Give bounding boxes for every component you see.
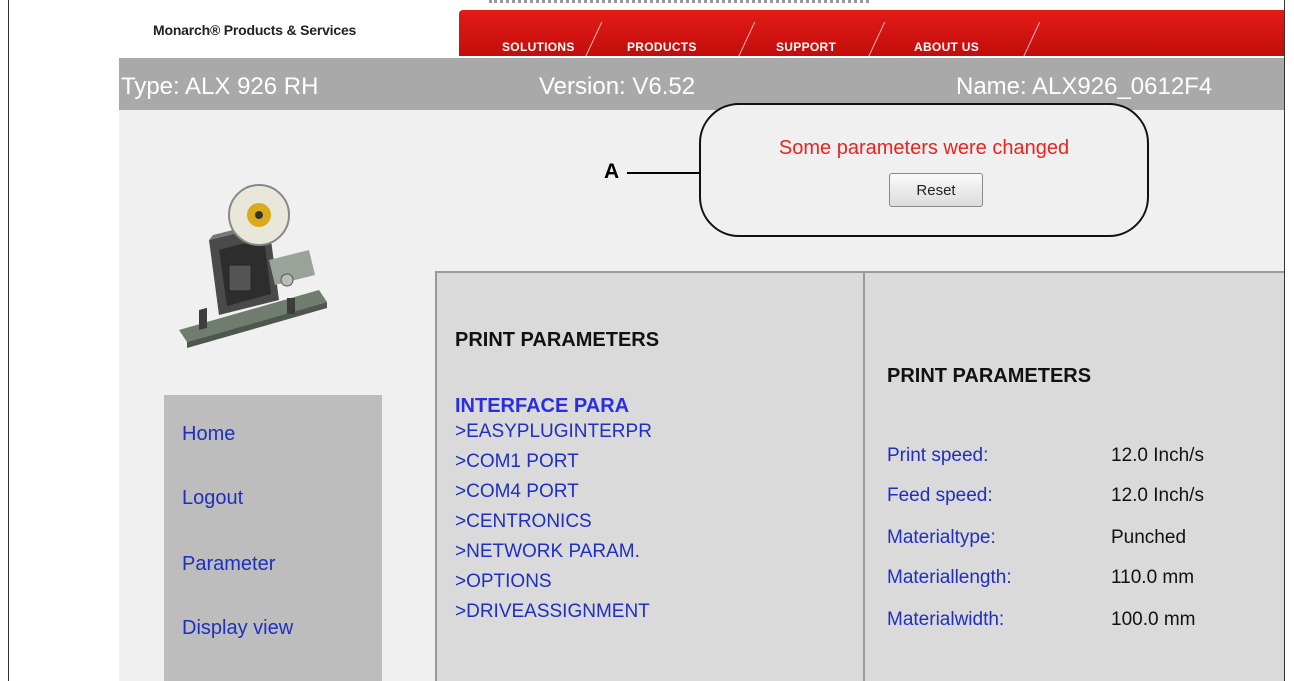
panel-title: PRINT PARAMETERS (455, 329, 660, 351)
nav-products[interactable]: PRODUCTS (627, 40, 697, 54)
sidebar-item-parameter[interactable]: Parameter (182, 553, 275, 576)
firmware-version: Version: V6.52 (539, 73, 696, 100)
param-label: Print speed: (887, 445, 989, 466)
param-label: Materiallength: (887, 567, 1012, 588)
param-value: Punched (1111, 527, 1187, 548)
parameter-menu-panel: PRINT PARAMETERS INTERFACE PARA >EASYPLU… (435, 271, 863, 681)
device-type: Type: ALX 926 RH (121, 73, 319, 100)
labeler-machine-image (179, 184, 327, 348)
sidebar-item-home[interactable]: Home (182, 423, 235, 446)
menu-link-com4-port[interactable]: >COM4 PORT (455, 481, 579, 503)
header-decoration (489, 0, 869, 10)
nav-about-us[interactable]: ABOUT US (914, 40, 979, 54)
menu-link-network-param[interactable]: >NETWORK PARAM. (455, 541, 640, 563)
brand-name: Monarch® Products & Services (153, 22, 357, 38)
menu-link-com1-port[interactable]: >COM1 PORT (455, 451, 579, 473)
callout-notification: Some parameters were changed Reset (699, 103, 1149, 237)
menu-link-options[interactable]: >OPTIONS (455, 571, 552, 593)
panel-title: PRINT PARAMETERS (887, 365, 1092, 387)
reset-button[interactable]: Reset (889, 173, 983, 207)
sidebar-nav: Home Logout Parameter Display view (164, 395, 382, 681)
menu-link-easypluginterpr[interactable]: >EASYPLUGINTERPR (455, 421, 652, 443)
main-content: A Some parameters were changed Reset Hom… (119, 103, 1284, 681)
top-header: Monarch® Products & Services SOLUTIONS P… (119, 0, 1284, 66)
main-nav-bar: SOLUTIONS PRODUCTS SUPPORT ABOUT US (459, 10, 1284, 66)
param-value: 110.0 mm (1111, 567, 1195, 588)
sidebar-item-logout[interactable]: Logout (182, 487, 243, 510)
nav-solutions[interactable]: SOLUTIONS (502, 40, 575, 54)
callout-letter: A (604, 160, 620, 183)
page-frame: Monarch® Products & Services SOLUTIONS P… (8, 0, 1285, 681)
interface-section-link[interactable]: INTERFACE PARA (455, 395, 629, 418)
sidebar-item-display-view[interactable]: Display view (182, 617, 293, 640)
device-name: Name: ALX926_0612F4 (956, 73, 1213, 100)
callout-pointer-line (627, 172, 701, 174)
param-label: Materialtype: (887, 527, 996, 548)
menu-link-driveassignment[interactable]: >DRIVEASSIGNMENT (455, 601, 650, 623)
param-value: 12.0 Inch/s (1111, 445, 1204, 466)
param-value: 12.0 Inch/s (1111, 485, 1204, 506)
param-label: Materialwidth: (887, 609, 1005, 630)
param-label: Feed speed: (887, 485, 993, 506)
param-value: 100.0 mm (1111, 609, 1196, 630)
changed-parameters-message: Some parameters were changed (778, 137, 1070, 159)
menu-link-centronics[interactable]: >CENTRONICS (455, 511, 592, 533)
nav-support[interactable]: SUPPORT (776, 40, 836, 54)
parameter-values-panel: PRINT PARAMETERS Print speed: 12.0 Inch/… (863, 271, 1284, 681)
